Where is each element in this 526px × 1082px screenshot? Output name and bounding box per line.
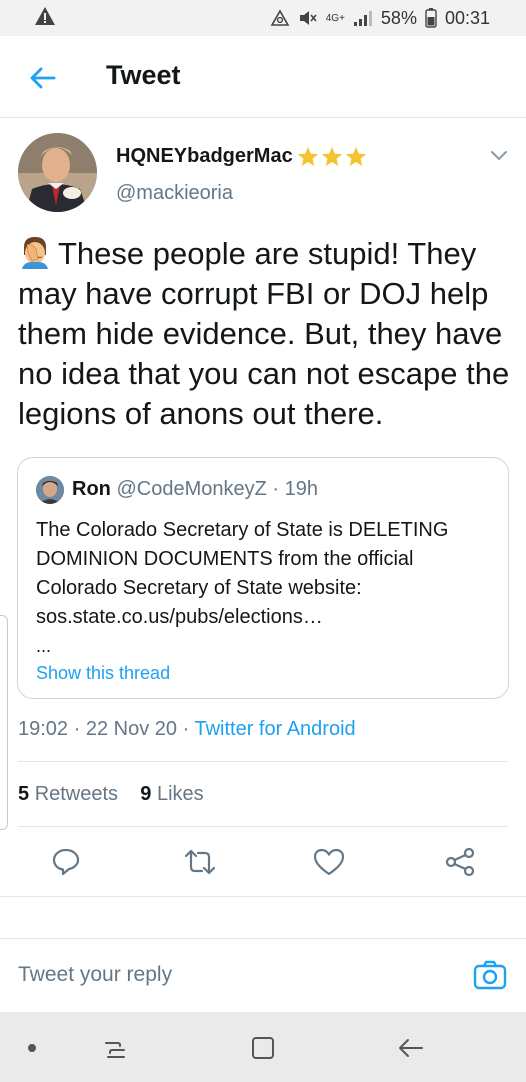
warning-icon	[35, 7, 55, 25]
more-options-button[interactable]	[488, 146, 510, 164]
retweet-icon	[184, 849, 216, 875]
edge-panel-handle[interactable]	[0, 615, 8, 830]
mute-icon	[299, 11, 317, 25]
star-icon	[345, 146, 366, 167]
share-icon	[445, 847, 475, 877]
quoted-author-name: Ron	[72, 478, 111, 500]
author-handle[interactable]: @mackieoria	[116, 182, 233, 205]
retweets-count: 5	[18, 783, 30, 805]
recent-apps-button[interactable]	[95, 1028, 135, 1068]
quoted-text: The Colorado Secretary of State is DELET…	[36, 519, 449, 628]
quoted-ellipsis: ...	[36, 636, 52, 656]
meta-separator: ·	[73, 718, 81, 740]
tweet-date: 22 Nov 20	[85, 718, 178, 740]
author-display-name: HQNEYbadgerMac	[116, 145, 293, 167]
chevron-down-icon	[491, 151, 507, 161]
battery-percent: 58%	[380, 7, 417, 28]
arrow-left-icon	[30, 67, 56, 89]
tweet-body: These people are stupid! They may have c…	[18, 236, 510, 431]
system-back-button[interactable]	[390, 1028, 430, 1068]
home-button[interactable]	[243, 1028, 283, 1068]
quoted-author-avatar	[36, 476, 64, 504]
quoted-header: Ron @CodeMonkeyZ · 19h	[72, 478, 318, 501]
back-button[interactable]	[24, 60, 60, 96]
retweets-label: Retweets	[34, 783, 119, 805]
camera-button[interactable]	[472, 957, 508, 993]
quoted-age: · 19h	[272, 478, 318, 500]
divider	[18, 761, 508, 762]
reply-button[interactable]	[46, 842, 86, 882]
tweet-text: These people are stupid! They may have c…	[18, 234, 518, 434]
tweet-meta: 19:02 · 22 Nov 20 · Twitter for Android	[18, 718, 356, 741]
reply-input[interactable]: Tweet your reply	[18, 963, 172, 987]
author-avatar[interactable]	[18, 133, 97, 212]
quoted-tweet-card[interactable]: Ron @CodeMonkeyZ · 19h The Colorado Secr…	[17, 457, 509, 699]
likes-count: 9	[140, 783, 152, 805]
likes-label: Likes	[156, 783, 204, 805]
facepalm-emoji-icon	[22, 237, 48, 269]
home-icon	[252, 1037, 274, 1059]
like-button[interactable]	[309, 842, 349, 882]
back-arrow-icon	[399, 1039, 423, 1057]
heart-icon	[313, 848, 345, 876]
name-badges	[297, 146, 367, 167]
data-saver-icon	[270, 9, 290, 26]
star-icon	[321, 146, 342, 167]
clock: 00:31	[444, 7, 490, 28]
show-thread-link[interactable]: Show this thread	[36, 663, 170, 684]
dot-icon	[28, 1044, 36, 1052]
share-button[interactable]	[440, 842, 480, 882]
likes-stat[interactable]: 9 Likes	[140, 783, 203, 805]
nav-dot-button[interactable]	[12, 1028, 52, 1068]
tweet-time: 19:02	[18, 718, 69, 740]
page-title: Tweet	[106, 60, 181, 90]
avatar-image	[18, 133, 97, 212]
divider	[18, 826, 508, 827]
signal-icon	[353, 11, 372, 26]
tweet-source-link[interactable]: Twitter for Android	[194, 718, 355, 740]
camera-icon	[473, 960, 507, 990]
tweet-stats: 5 Retweets 9 Likes	[18, 783, 204, 806]
quoted-avatar-image	[36, 476, 64, 504]
system-nav-bar	[0, 1012, 526, 1082]
star-icon	[297, 146, 318, 167]
retweet-button[interactable]	[180, 842, 220, 882]
author-name[interactable]: HQNEYbadgerMac	[116, 145, 367, 168]
quoted-author-handle: @CodeMonkeyZ	[116, 478, 267, 500]
top-app-bar: Tweet	[0, 36, 526, 118]
meta-separator: ·	[182, 718, 190, 740]
recent-apps-icon	[105, 1042, 125, 1058]
status-bar: 4G+ 58% 00:31	[0, 0, 526, 36]
retweets-stat[interactable]: 5 Retweets	[18, 783, 118, 805]
battery-icon	[425, 8, 437, 28]
network-type: 4G+	[325, 12, 345, 24]
reply-icon	[52, 848, 80, 876]
divider	[0, 896, 526, 897]
reply-bar: Tweet your reply	[0, 938, 526, 1012]
